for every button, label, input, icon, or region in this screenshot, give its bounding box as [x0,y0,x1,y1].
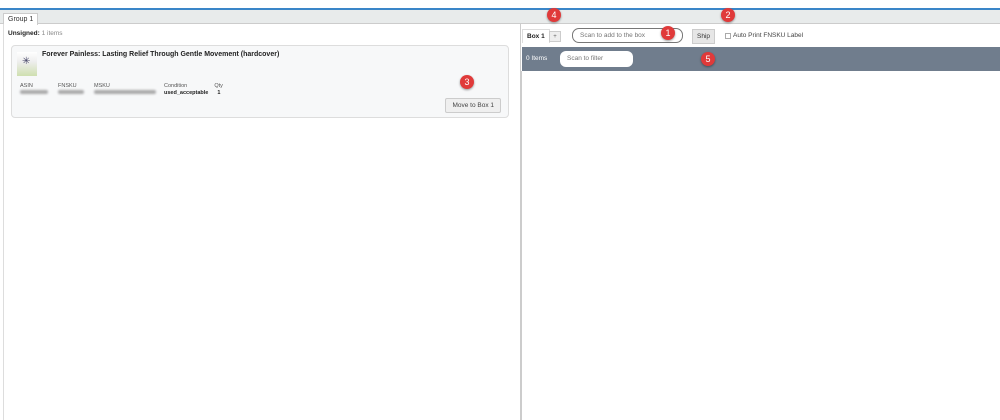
msku-label: MSKU [94,83,110,89]
unsigned-panel: Unsigned: 1 items Forever Painless: Last… [3,24,521,420]
fnsku-value-redacted [58,90,84,94]
asin-value-redacted [20,90,48,94]
item-title: Forever Painless: Lasting Relief Through… [42,51,280,58]
condition-value: used_acceptable [164,90,209,96]
qty-label: Qty [214,83,223,89]
condition-label: Condition [164,83,188,89]
add-box-button[interactable]: + [549,31,561,42]
item-fields: ASIN FNSKU MSKU Condition used_acceptable… [20,83,233,96]
annotation-badge-2: 2 [721,8,735,22]
auto-print-checkbox[interactable]: Auto Print FNSKU Label [725,32,803,39]
move-to-box-button[interactable]: Move to Box 1 [445,98,501,113]
msku-value-redacted [94,90,156,94]
item-card: Forever Painless: Lasting Relief Through… [11,45,509,118]
annotation-badge-5: 5 [701,52,715,66]
box-items-count: 0 Items [526,55,548,62]
annotation-badge-1: 1 [661,26,675,40]
tab-box-1[interactable]: Box 1 [522,29,550,43]
unsigned-count: 1 items [41,30,63,37]
box-toolbar: 0 Items [522,47,1000,71]
fnsku-label: FNSKU [58,83,77,89]
unsigned-summary: Unsigned: 1 items [8,30,63,37]
book-thumbnail [17,52,37,76]
group-tab-bar: Group 1 [0,10,1000,25]
auto-print-label: Auto Print FNSKU Label [733,32,804,39]
qty-value: 1 [217,90,221,96]
annotation-badge-4: 4 [547,8,561,22]
asin-label: ASIN [20,83,33,89]
box-panel: Box 1 + Ship Auto Print FNSKU Label 0 It… [521,24,1000,420]
box-contents [521,71,1000,420]
checkbox-icon[interactable] [725,32,731,39]
annotation-badge-3: 3 [460,75,474,89]
unsigned-label: Unsigned: [8,30,40,37]
scan-filter-input[interactable] [560,51,633,67]
ship-button[interactable]: Ship [692,29,716,44]
